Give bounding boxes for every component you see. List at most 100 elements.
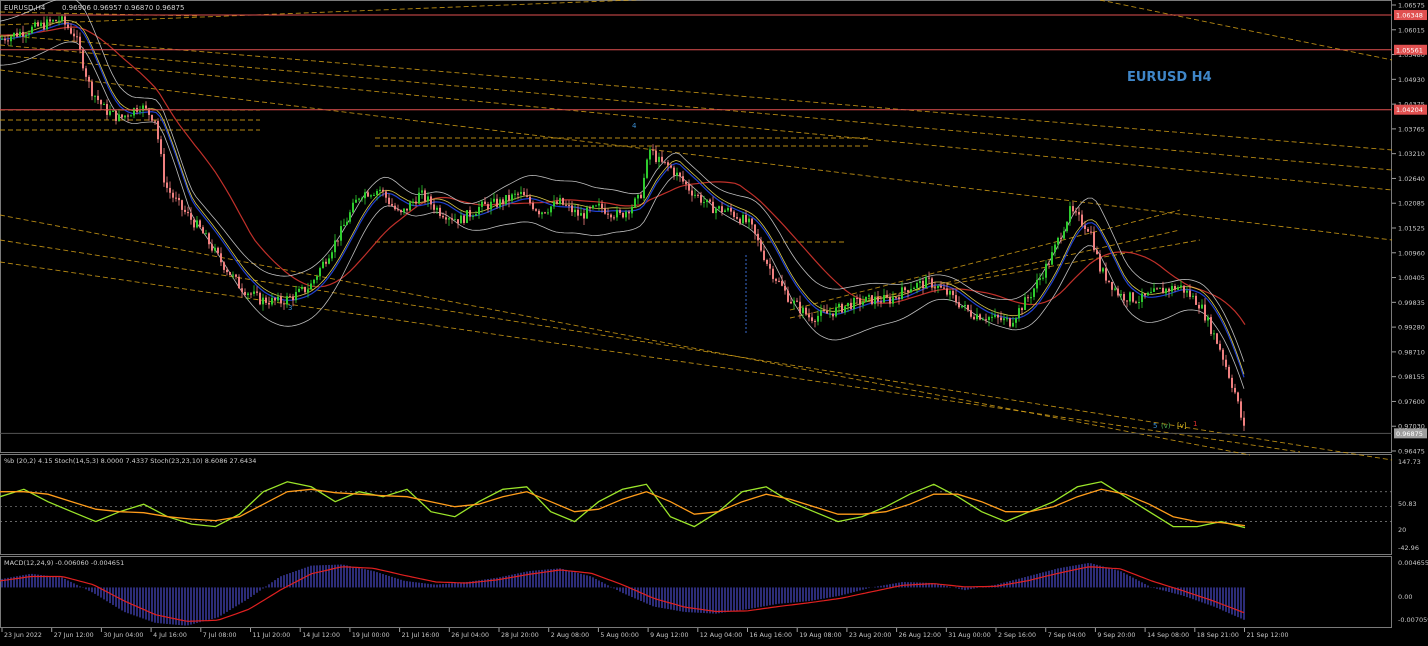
price-candles: [0, 0, 1246, 432]
channel-line: [1099, 0, 1393, 61]
candle-body: [361, 198, 363, 200]
candle-body: [169, 187, 171, 193]
candle-body: [97, 95, 99, 101]
candle-body: [250, 293, 252, 295]
wave-label: 4: [632, 122, 637, 130]
channel-line: [0, 261, 1301, 453]
candle-body: [697, 194, 699, 196]
candle-body: [793, 300, 795, 304]
candle-body: [664, 161, 666, 163]
stoch-axis-label: 20: [1398, 526, 1406, 534]
price-tick-label: 1.06575: [1398, 2, 1425, 10]
candle-body: [496, 198, 498, 207]
candle-body: [391, 203, 393, 206]
candle-body: [1042, 277, 1044, 279]
candle-body: [688, 184, 690, 191]
candle-body: [1000, 317, 1002, 321]
candle-body: [1054, 244, 1056, 253]
candle-body: [973, 316, 975, 320]
candle-body: [1096, 250, 1098, 254]
channel-line: [0, 34, 1393, 151]
candle-body: [1156, 288, 1158, 290]
candle-body: [376, 190, 378, 195]
time-tick-label: 5 Aug 00:00: [600, 632, 638, 639]
candle-body: [244, 291, 246, 296]
candle-body: [61, 16, 63, 21]
candle-body: [466, 210, 468, 223]
candle-body: [76, 36, 78, 38]
candle-body: [910, 289, 912, 293]
candle-body: [952, 290, 954, 296]
candle-body: [1093, 231, 1095, 251]
candle-body: [280, 296, 282, 304]
candle-body: [676, 172, 678, 176]
candle-body: [667, 162, 669, 166]
candle-body: [712, 201, 714, 214]
candle-body: [214, 247, 216, 251]
candle-body: [13, 32, 15, 37]
candle-body: [772, 268, 774, 279]
candle-body: [1192, 295, 1194, 297]
candle-body: [43, 22, 45, 30]
candle-body: [628, 211, 630, 214]
price-tick-label: 0.98155: [1398, 373, 1425, 381]
time-tick-label: 23 Jun 2022: [4, 632, 42, 639]
candle-body: [598, 203, 600, 206]
candle-body: [1108, 280, 1110, 283]
candle-body: [883, 295, 885, 303]
time-tick-label: 28 Jul 20:00: [501, 632, 539, 639]
candle-body: [829, 313, 831, 315]
chart-canvas[interactable]: 1.065751.060151.054801.049301.043751.037…: [0, 0, 1428, 642]
candle-body: [832, 313, 834, 317]
stoch-axis-label: 147.73: [1398, 458, 1421, 466]
candle-body: [931, 278, 933, 288]
candle-body: [316, 276, 318, 280]
candle-body: [196, 220, 198, 228]
candle-body: [562, 198, 564, 205]
wave-label: (v): [1161, 422, 1171, 430]
candle-body: [601, 203, 603, 209]
candle-body: [1210, 317, 1212, 334]
candle-body: [187, 211, 189, 214]
candle-body: [31, 26, 33, 34]
candle-body: [787, 290, 789, 302]
candle-body: [7, 40, 9, 42]
candle-body: [301, 286, 303, 289]
macd-axis-label: -0.007059: [1398, 616, 1428, 624]
candle-body: [1036, 279, 1038, 289]
candle-body: [247, 293, 249, 296]
candle-body: [706, 199, 708, 203]
candle-body: [649, 149, 651, 160]
candle-body: [751, 218, 753, 225]
candle-body: [1183, 285, 1185, 293]
candle-body: [379, 189, 381, 191]
candle-body: [739, 218, 741, 224]
candle-body: [349, 212, 351, 222]
candle-body: [730, 208, 732, 212]
candle-body: [505, 194, 507, 205]
candle-body: [811, 317, 813, 321]
candle-body: [757, 233, 759, 241]
candle-body: [82, 49, 84, 69]
candle-body: [1162, 287, 1164, 294]
chart-window[interactable]: 1.06575 1.06015 1.05480 1.04930 1.04375 1.037…: [0, 0, 1428, 642]
chart-title-label: EURUSD H4: [1127, 70, 1212, 85]
price-tick-label: 1.00405: [1398, 274, 1425, 282]
candle-body: [262, 297, 264, 305]
candle-body: [190, 213, 192, 220]
candle-body: [1153, 288, 1155, 292]
candle-body: [322, 261, 324, 269]
candle-body: [430, 196, 432, 205]
price-tick-label: 1.03765: [1398, 125, 1425, 133]
candle-body: [1177, 287, 1179, 290]
candle-body: [1039, 277, 1041, 280]
candle-body: [709, 199, 711, 202]
candle-body: [220, 253, 222, 263]
candle-body: [181, 200, 183, 210]
candle-body: [469, 210, 471, 217]
candle-body: [1030, 296, 1032, 299]
price-tick-label: 1.03210: [1398, 150, 1425, 158]
candle-body: [409, 202, 411, 211]
candle-body: [19, 31, 21, 37]
candle-body: [652, 149, 654, 151]
